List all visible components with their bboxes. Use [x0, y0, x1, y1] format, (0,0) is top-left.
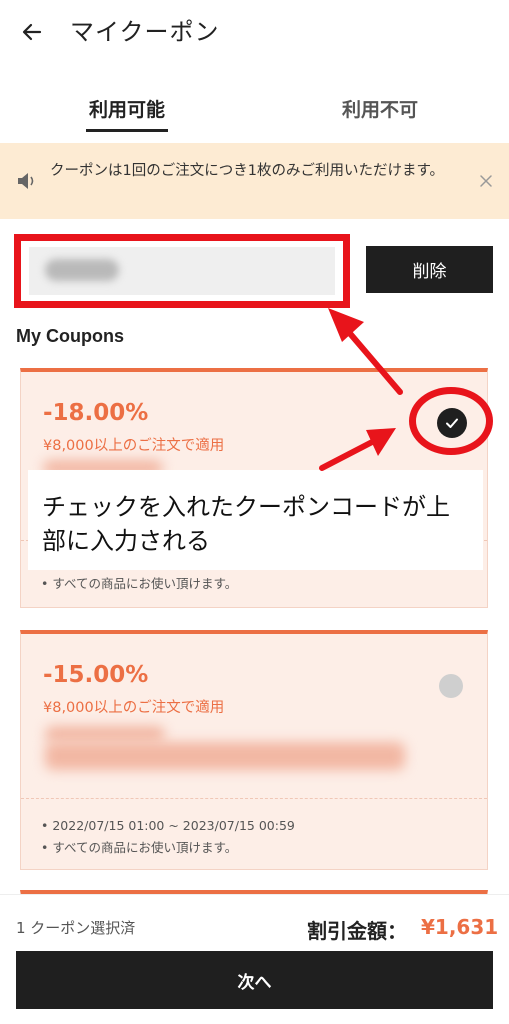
- tab-unavailable[interactable]: 利用不可: [330, 92, 430, 132]
- discount-total-label: 割引金額：: [307, 919, 407, 943]
- active-tab-indicator: [86, 129, 168, 132]
- notice-banner: クーポンは1回のご注文につき1枚のみご利用いただけます。: [0, 143, 509, 219]
- checkmark-icon: [446, 418, 458, 428]
- coupon-card[interactable]: -15.00% ¥8,000以上のご注文で適用 • 2022/07/15 01:…: [20, 630, 488, 870]
- tab-available-label: 利用可能: [88, 99, 165, 121]
- notice-text: クーポンは1回のご注文につき1枚のみご利用いただけます。: [50, 163, 444, 179]
- annotation-callout: チェックを入れたクーポンコードが上部に入力される: [28, 470, 483, 570]
- coupon-divider: [21, 798, 487, 799]
- back-button[interactable]: [16, 16, 48, 48]
- coupon-period: • 2022/07/15 01:00 ~ 2023/07/15 00:59: [41, 818, 295, 833]
- tab-unavailable-label: 利用不可: [341, 99, 418, 121]
- app-header: マイクーポン: [0, 0, 509, 64]
- close-icon[interactable]: [476, 171, 496, 191]
- coupon-scope: • すべての商品にお使い頂けます。: [41, 840, 238, 855]
- coupon-code-field-wrapper: [14, 234, 350, 308]
- section-title: My Coupons: [16, 326, 124, 346]
- coupon-condition: ¥8,000以上のご注文で適用: [43, 700, 225, 716]
- discount-total-value: ¥1,631: [421, 915, 499, 939]
- speaker-icon: [18, 173, 34, 189]
- coupon-scope: • すべての商品にお使い頂けます。: [41, 576, 238, 591]
- coupon-radio-selected[interactable]: [437, 408, 467, 438]
- footer-bar: 1 クーポン選択済 割引金額： ¥1,631 次へ: [0, 894, 509, 1024]
- blurred-coupon-code: [45, 742, 405, 770]
- selected-count: 1 クーポン選択済: [16, 919, 136, 937]
- coupon-discount: -18.00%: [43, 400, 149, 426]
- coupon-tabs: 利用可能 利用不可: [0, 92, 509, 136]
- page-title: マイクーポン: [70, 18, 220, 46]
- tab-available[interactable]: 利用可能: [80, 92, 174, 132]
- coupon-radio-unselected[interactable]: [439, 674, 463, 698]
- delete-button[interactable]: 削除: [366, 246, 493, 293]
- blurred-coupon-code: [45, 259, 119, 281]
- arrow-left-icon: [22, 23, 42, 41]
- next-button[interactable]: 次へ: [16, 951, 493, 1009]
- coupon-discount: -15.00%: [43, 662, 149, 688]
- coupon-condition: ¥8,000以上のご注文で適用: [43, 438, 225, 454]
- blurred-coupon-info: [45, 726, 165, 742]
